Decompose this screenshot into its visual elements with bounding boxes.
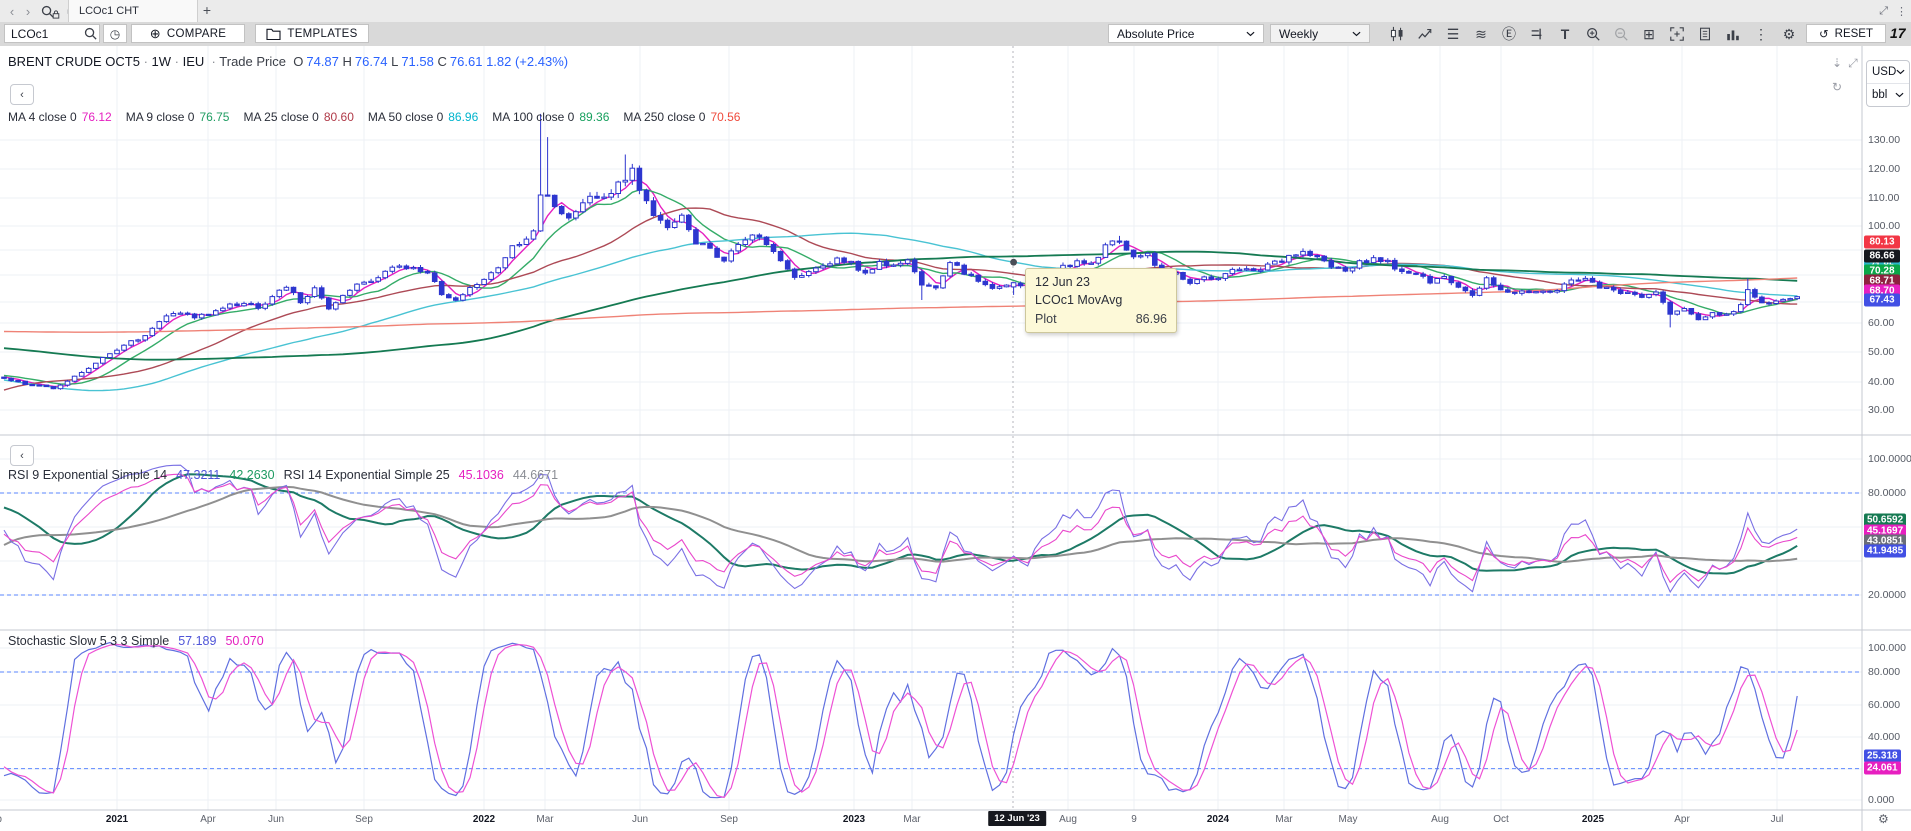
legend-part: 57.189 bbox=[178, 634, 216, 648]
legend-part: RSI 14 Exponential Simple 25 bbox=[284, 468, 450, 482]
chevron-down-icon bbox=[1895, 92, 1904, 98]
legend-part: RSI 9 Exponential Simple 14 bbox=[8, 468, 167, 482]
chevron-down-icon bbox=[1896, 69, 1905, 75]
symbol-title: BRENT CRUDE OCT5 bbox=[8, 54, 140, 69]
tooltip-series: LCOc1 MovAvg bbox=[1035, 293, 1167, 307]
legend-part: Stochastic Slow 5 3 3 Simple bbox=[8, 634, 169, 648]
legend-change: 1.82 (+2.43%) bbox=[486, 54, 568, 69]
rsi-legend[interactable]: RSI 9 Exponential Simple 14 47.3211 42.263… bbox=[8, 468, 567, 482]
ma-legend-item[interactable]: MA 9 close 076.75 bbox=[126, 110, 244, 124]
chart-region: BRENT CRUDE OCT5 · 1W · IEU · Trade Pric… bbox=[0, 46, 1911, 831]
movavg-tooltip: 12 Jun 23 LCOc1 MovAvg Plot 86.96 bbox=[1025, 268, 1177, 333]
legend-part: 45.1036 bbox=[459, 468, 504, 482]
unit-selector: USD bbl bbox=[1866, 60, 1910, 107]
ma-legend-item[interactable]: MA 25 close 080.60 bbox=[243, 110, 367, 124]
chart-plot[interactable] bbox=[0, 0, 1911, 831]
legend-part: 47.3211 bbox=[176, 468, 220, 482]
unit-value: bbl bbox=[1872, 89, 1887, 101]
tooltip-row-label: Plot bbox=[1035, 312, 1057, 326]
main-symbol-legend[interactable]: BRENT CRUDE OCT5 · 1W · IEU · Trade Pric… bbox=[8, 54, 568, 69]
ohlc-L: L71.58 bbox=[391, 54, 437, 69]
ohlc-H: H76.74 bbox=[343, 54, 392, 69]
maximize-pane-icon[interactable]: ⤢ bbox=[1848, 56, 1858, 71]
refresh-pane-icon[interactable]: ↻ bbox=[1832, 80, 1842, 94]
tooltip-date: 12 Jun 23 bbox=[1035, 275, 1167, 289]
ma-legend-item[interactable]: MA 250 close 070.56 bbox=[623, 110, 754, 124]
chart-canvas[interactable] bbox=[0, 0, 1911, 831]
legend-price-type: Trade Price bbox=[219, 54, 286, 69]
tooltip-row-value: 86.96 bbox=[1136, 312, 1167, 326]
legend-interval: 1W bbox=[152, 54, 172, 69]
currency-value: USD bbox=[1872, 66, 1896, 78]
legend-part: 42.2630 bbox=[229, 468, 274, 482]
rsi-pane-collapse-button[interactable]: ‹ bbox=[10, 445, 34, 466]
go-to-realtime-icon[interactable]: ⇣ bbox=[1832, 56, 1842, 71]
time-axis-settings-icon[interactable]: ⚙ bbox=[1878, 812, 1889, 826]
ma-legend-item[interactable]: MA 100 close 089.36 bbox=[492, 110, 623, 124]
charting-app: ‹ › ▸ LCOc1 CHT + ⤢ ⋮ ◷ ⊕ COMPARE TEMPLA… bbox=[0, 0, 1911, 831]
ma-legend[interactable]: MA 4 close 076.12MA 9 close 076.75MA 25 … bbox=[8, 110, 754, 124]
unit-select[interactable]: bbl bbox=[1867, 83, 1909, 106]
ma-legend-item[interactable]: MA 50 close 086.96 bbox=[368, 110, 492, 124]
main-pane-collapse-button[interactable]: ‹ bbox=[10, 84, 34, 105]
legend-exchange: IEU bbox=[183, 54, 205, 69]
ohlc-O: O74.87 bbox=[293, 54, 342, 69]
stoch-legend[interactable]: Stochastic Slow 5 3 3 Simple 57.189 50.070 bbox=[8, 634, 273, 648]
ma-legend-item[interactable]: MA 4 close 076.12 bbox=[8, 110, 126, 124]
ohlc-C: C76.61 bbox=[438, 54, 487, 69]
legend-part: 50.070 bbox=[225, 634, 263, 648]
legend-part: 44.6671 bbox=[513, 468, 558, 482]
currency-select[interactable]: USD bbox=[1867, 61, 1909, 83]
